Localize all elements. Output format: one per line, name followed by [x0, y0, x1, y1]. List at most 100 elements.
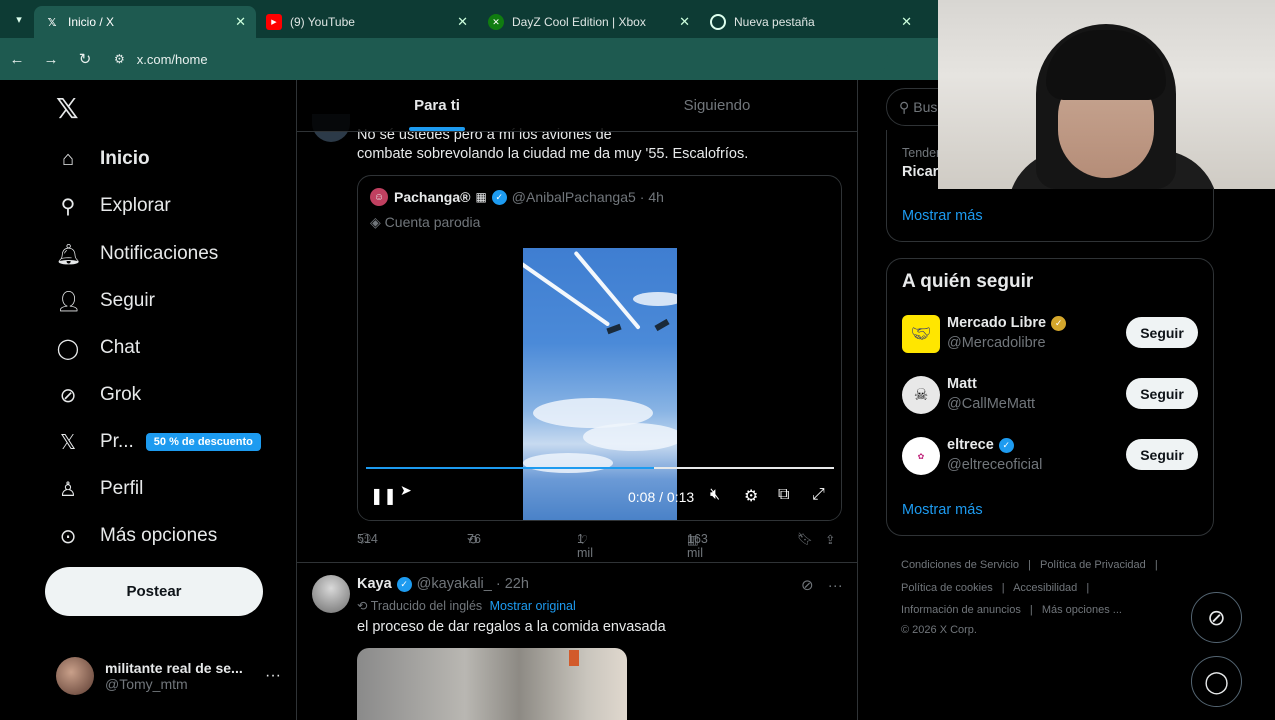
- grok-icon: ⊘: [59, 384, 77, 407]
- reload-icon[interactable]: ↻: [68, 50, 102, 68]
- close-icon[interactable]: ✕: [679, 14, 690, 30]
- nav-profile[interactable]: ♙ Perfil: [56, 474, 143, 504]
- post-text: el proceso de dar regalos a la comida en…: [357, 619, 666, 635]
- footer-link[interactable]: Información de anuncios: [901, 604, 1021, 616]
- video-player[interactable]: ❚❚ ➤ 0:08 / 0:13 🔇︎ ⚙ ⧉ ⤢: [358, 246, 841, 520]
- footer-link[interactable]: Más opciones ...: [1042, 604, 1122, 616]
- account-handle: @eltreceoficial: [947, 457, 1043, 473]
- settings-icon[interactable]: ⚙: [744, 486, 758, 506]
- chat-icon: ◯: [1204, 668, 1229, 694]
- show-original-link[interactable]: Mostrar original: [490, 599, 576, 613]
- video-progress-track[interactable]: [366, 467, 834, 469]
- tab-xbox[interactable]: ✕ DayZ Cool Edition | Xbox ✕: [478, 6, 700, 38]
- suggested-account[interactable]: ☠ Matt @CallMeMatt Seguir: [902, 376, 1202, 416]
- nav-grok[interactable]: ⊘ Grok: [56, 380, 142, 410]
- video-frame: [523, 248, 677, 520]
- nav-home[interactable]: ⌂ Inicio: [56, 144, 150, 174]
- nav-label: Notificaciones: [100, 243, 219, 264]
- picture-in-picture-icon[interactable]: ⧉: [778, 486, 789, 504]
- url-text: x.com/home: [136, 51, 208, 67]
- grok-fab-button[interactable]: ⊘: [1191, 592, 1242, 643]
- more-dots-icon[interactable]: ···: [265, 667, 281, 685]
- close-icon[interactable]: ✕: [901, 14, 912, 30]
- footer-separator: |: [1154, 559, 1158, 571]
- nav-label: Grok: [100, 384, 142, 405]
- tab-search-button[interactable]: ▾: [4, 4, 34, 34]
- profile-icon: ♙: [59, 478, 77, 501]
- nav-chat[interactable]: ◯ Chat: [56, 333, 140, 363]
- post-time[interactable]: · 22h: [496, 576, 529, 592]
- author-name[interactable]: Kaya: [357, 576, 392, 592]
- who-to-follow-panel: A quién seguir 🤝︎ Mercado Libre ✓ @Mercad…: [886, 258, 1214, 536]
- x-logo-icon[interactable]: 𝕏: [56, 92, 79, 125]
- nav-label: Seguir: [100, 290, 155, 311]
- nav-explore[interactable]: ⚲ Explorar: [56, 191, 171, 221]
- reply-count: 514: [357, 532, 378, 546]
- suggested-account[interactable]: 🤝︎ Mercado Libre ✓ @Mercadolibre Seguir: [902, 315, 1202, 355]
- nav-follow[interactable]: 👤︎ Seguir: [56, 286, 155, 316]
- tab-title: DayZ Cool Edition | Xbox: [512, 15, 646, 29]
- back-icon[interactable]: ←: [0, 51, 34, 68]
- show-more-link[interactable]: Mostrar más: [902, 502, 983, 518]
- site-info-icon[interactable]: ⚙: [114, 52, 125, 66]
- footer-separator: |: [1001, 581, 1005, 594]
- mercadolibre-logo-icon: 🤝︎: [902, 315, 940, 353]
- avatar: ☠: [902, 376, 940, 414]
- quoted-post[interactable]: ☺ Pachanga® ▦ ✓ @AnibalPachanga5 · 4h ◈ …: [357, 175, 842, 521]
- contrail: [523, 260, 611, 327]
- tab-title: (9) YouTube: [290, 15, 355, 29]
- grok-icon: ⊘: [1207, 604, 1226, 630]
- verified-badge-icon: ✓: [998, 437, 1014, 453]
- tab-youtube[interactable]: ▶ (9) YouTube ✕: [256, 6, 478, 38]
- share-icon[interactable]: ⇪: [825, 532, 835, 547]
- verified-badge-icon: ✓: [491, 189, 507, 205]
- follow-button[interactable]: Seguir: [1126, 439, 1198, 470]
- close-icon[interactable]: ✕: [235, 14, 246, 30]
- footer-link[interactable]: Accesibilidad: [1013, 582, 1077, 594]
- translation-note: ⟲ Traducido del inglés Mostrar original: [357, 598, 576, 613]
- more-icon: ⊙: [59, 525, 77, 548]
- youtube-icon: ▶: [266, 14, 282, 30]
- bookmark-icon[interactable]: 🔖︎: [797, 532, 813, 547]
- show-more-link[interactable]: Mostrar más: [902, 208, 983, 224]
- footer-link[interactable]: Política de Privacidad: [1040, 559, 1146, 571]
- tab-new[interactable]: Nueva pestaña ✕: [700, 6, 922, 38]
- cloud: [633, 292, 677, 306]
- trend-name[interactable]: Ricar: [902, 164, 938, 180]
- post-button[interactable]: Postear: [45, 567, 263, 616]
- close-icon[interactable]: ✕: [457, 14, 468, 30]
- nav-label: Más opciones: [100, 525, 218, 546]
- footer-link[interactable]: Condiciones de Servicio: [901, 559, 1019, 571]
- follow-button[interactable]: Seguir: [1126, 317, 1198, 348]
- grok-icon[interactable]: ⊘: [801, 577, 814, 594]
- account-switcher[interactable]: militante real de se... @Tomy_mtm ···: [56, 657, 281, 695]
- eltrece-logo-icon: ✿: [902, 437, 940, 475]
- more-dots-icon[interactable]: ···: [828, 577, 843, 594]
- tab-x-home[interactable]: 𝕏 Inicio / X ✕: [34, 6, 256, 38]
- tab-for-you[interactable]: Para ti: [297, 80, 577, 131]
- footer-separator: |: [1028, 559, 1031, 571]
- url-field[interactable]: ⚙ x.com/home: [108, 43, 888, 75]
- nav-notifications[interactable]: 🔔︎ Notificaciones: [56, 239, 218, 269]
- nav-label: Chat: [100, 337, 141, 358]
- mute-icon[interactable]: 🔇︎: [710, 486, 720, 504]
- post-image[interactable]: [357, 648, 627, 720]
- suggested-account[interactable]: ✿ eltrece ✓ @eltreceoficial Seguir: [902, 437, 1202, 477]
- nav-label: Explorar: [100, 195, 171, 216]
- messages-fab-button[interactable]: ◯: [1191, 656, 1242, 707]
- fullscreen-icon[interactable]: ⤢: [812, 486, 825, 504]
- video-time: 0:08 / 0:13: [628, 489, 695, 505]
- nav-more[interactable]: ⊙ Más opciones: [56, 521, 218, 551]
- avatar[interactable]: [312, 575, 350, 613]
- image-detail: [569, 650, 579, 666]
- nav-premium[interactable]: 𝕏 Pr... 50 % de descuento: [56, 427, 261, 457]
- author-handle[interactable]: @kayakali_: [417, 576, 492, 592]
- follow-button[interactable]: Seguir: [1126, 378, 1198, 409]
- forward-icon[interactable]: →: [34, 51, 68, 68]
- footer-link[interactable]: Política de cookies: [901, 582, 993, 594]
- tab-following[interactable]: Siguiendo: [577, 80, 857, 131]
- chat-icon: ◯: [56, 337, 80, 360]
- copyright: © 2026 X Corp.: [901, 623, 977, 636]
- quoted-author-name: Pachanga®: [394, 189, 471, 205]
- pause-icon[interactable]: ❚❚: [370, 486, 397, 506]
